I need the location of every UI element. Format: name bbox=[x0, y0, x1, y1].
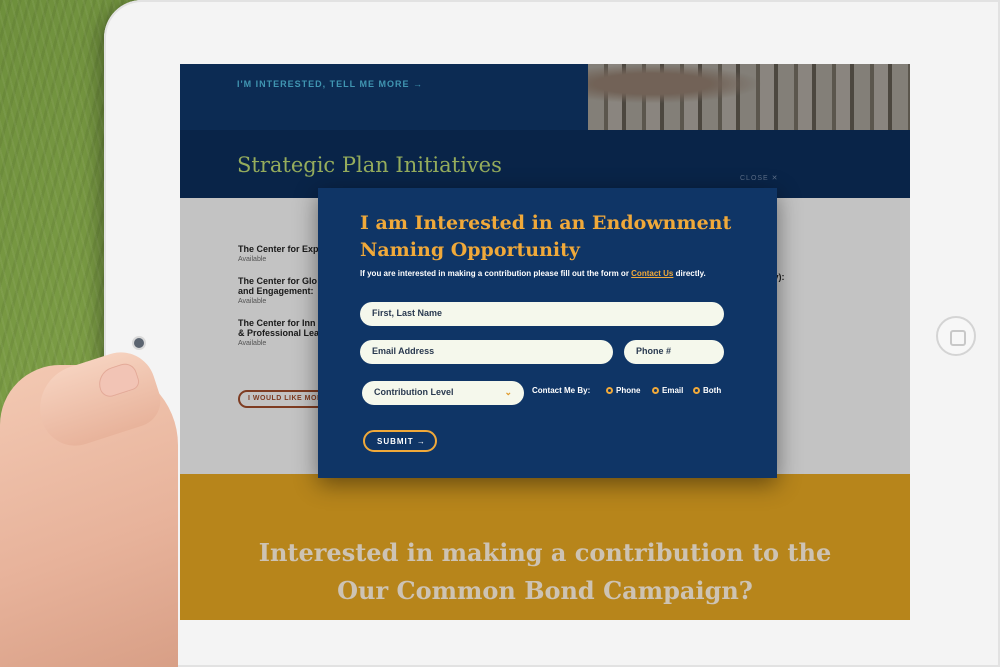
phone-input[interactable]: Phone # bbox=[624, 340, 724, 364]
radio-label: Email bbox=[662, 386, 684, 395]
endowment-modal: I am Interested in an Endownment Naming … bbox=[318, 188, 777, 478]
radio-both[interactable]: Both bbox=[693, 386, 721, 395]
contact-us-link[interactable]: Contact Us bbox=[631, 269, 673, 278]
tablet-home-button[interactable] bbox=[936, 316, 976, 356]
email-input[interactable]: Email Address bbox=[360, 340, 613, 364]
radio-label: Phone bbox=[616, 386, 641, 395]
radio-email[interactable]: Email bbox=[652, 386, 683, 395]
contribution-level-select[interactable]: Contribution Level ⌄ bbox=[362, 381, 524, 405]
radio-circle-icon bbox=[693, 387, 700, 394]
intro-text-end: directly. bbox=[673, 269, 706, 278]
contribution-level-value: Contribution Level bbox=[374, 387, 454, 397]
chevron-down-icon: ⌄ bbox=[504, 387, 512, 397]
modal-title: I am Interested in an Endownment Naming … bbox=[360, 212, 732, 261]
submit-button[interactable]: SUBMIT → bbox=[363, 430, 437, 452]
intro-text: If you are interested in making a contri… bbox=[360, 269, 632, 278]
name-input[interactable]: First, Last Name bbox=[360, 302, 724, 326]
tablet-camera bbox=[134, 338, 144, 348]
contact-method-label: Contact Me By: bbox=[532, 386, 591, 395]
radio-circle-icon bbox=[652, 387, 659, 394]
modal-intro: If you are interested in making a contri… bbox=[360, 269, 706, 278]
radio-phone[interactable]: Phone bbox=[606, 386, 640, 395]
radio-label: Both bbox=[703, 386, 722, 395]
radio-circle-icon bbox=[606, 387, 613, 394]
